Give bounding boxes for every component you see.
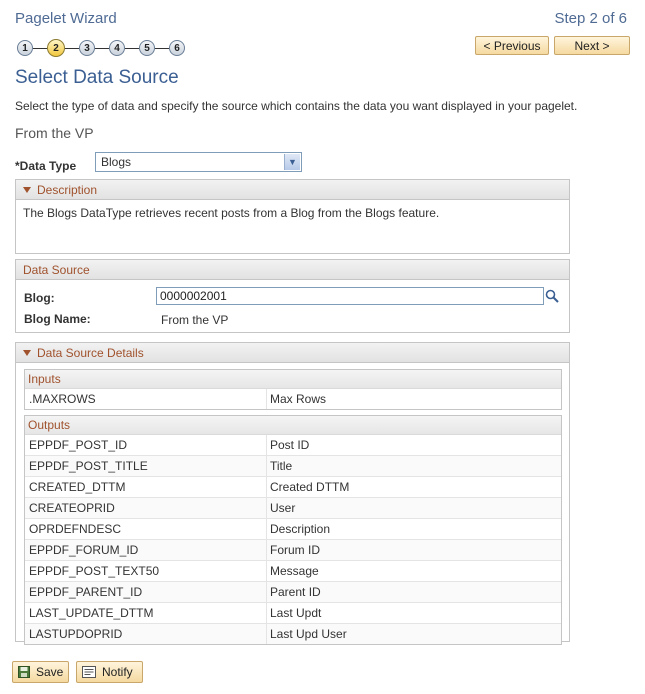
table-row: CREATEOPRID User [25, 498, 561, 519]
step-5[interactable]: 5 [139, 40, 155, 56]
step-connector [33, 47, 47, 49]
blog-name-label: Blog Name: [24, 312, 91, 326]
notify-label: Notify [102, 665, 133, 679]
output-field: EPPDF_POST_TITLE [25, 456, 267, 476]
step-3[interactable]: 3 [79, 40, 95, 56]
triangle-down-icon[interactable] [23, 349, 31, 356]
input-field: .MAXROWS [25, 389, 267, 409]
pagelet-source-name: From the VP [15, 125, 94, 141]
step-1[interactable]: 1 [17, 40, 33, 56]
wizard-steps: 1 2 3 4 5 6 [17, 38, 185, 58]
output-field: EPPDF_FORUM_ID [25, 540, 267, 560]
outputs-header: Outputs [25, 416, 561, 435]
instructions-text: Select the type of data and specify the … [15, 99, 578, 113]
output-field: OPRDEFNDESC [25, 519, 267, 539]
output-field: CREATEOPRID [25, 498, 267, 518]
output-label: User [270, 501, 296, 515]
description-text: The Blogs DataType retrieves recent post… [23, 206, 440, 220]
magnifier-icon[interactable] [545, 289, 559, 303]
step-4[interactable]: 4 [109, 40, 125, 56]
details-header-label: Data Source Details [37, 345, 144, 360]
description-header[interactable]: Description [16, 180, 569, 200]
table-row: LASTUPDOPRID Last Upd User [25, 624, 561, 644]
description-section: Description The Blogs DataType retrieves… [15, 179, 570, 254]
step-2-current[interactable]: 2 [47, 39, 65, 57]
data-type-label: *Data Type [15, 159, 77, 173]
table-row: .MAXROWS Max Rows [25, 389, 561, 409]
notify-button[interactable]: Notify [76, 661, 143, 683]
outputs-grid: Outputs EPPDF_POST_ID Post ID EPPDF_POST_… [24, 415, 562, 645]
previous-button[interactable]: < Previous [475, 36, 549, 55]
step-connector [95, 47, 109, 49]
step-6[interactable]: 6 [169, 40, 185, 56]
page-title: Select Data Source [15, 67, 179, 88]
save-label: Save [36, 665, 64, 679]
step-connector [125, 47, 139, 49]
blog-input[interactable]: 0000002001 [156, 287, 544, 305]
output-label: Created DTTM [270, 480, 350, 494]
step-connector [155, 47, 169, 49]
table-row: EPPDF_POST_ID Post ID [25, 435, 561, 456]
save-icon [18, 666, 30, 678]
output-label: Parent ID [270, 585, 321, 599]
output-field: LASTUPDOPRID [25, 624, 267, 644]
next-button[interactable]: Next > [554, 36, 630, 55]
description-header-label: Description [37, 182, 98, 197]
output-field: EPPDF_PARENT_ID [25, 582, 267, 602]
data-type-value: Blogs [101, 155, 132, 169]
table-row: CREATED_DTTM Created DTTM [25, 477, 561, 498]
data-type-select[interactable]: Blogs ▼ [95, 152, 302, 172]
output-field: CREATED_DTTM [25, 477, 267, 497]
details-header[interactable]: Data Source Details [16, 343, 569, 363]
inputs-grid: Inputs .MAXROWS Max Rows [24, 369, 562, 410]
output-label: Last Updt [270, 606, 322, 620]
output-label: Post ID [270, 438, 310, 452]
table-row: EPPDF_POST_TEXT50 Message [25, 561, 561, 582]
step-connector [65, 47, 79, 49]
wizard-title: Pagelet Wizard [15, 10, 117, 27]
table-row: OPRDEFNDESC Description [25, 519, 561, 540]
chevron-down-icon[interactable]: ▼ [284, 154, 300, 170]
output-field: LAST_UPDATE_DTTM [25, 603, 267, 623]
triangle-down-icon[interactable] [23, 186, 31, 193]
table-row: EPPDF_FORUM_ID Forum ID [25, 540, 561, 561]
output-label: Last Upd User [270, 627, 347, 641]
output-label: Title [270, 459, 293, 473]
output-field: EPPDF_POST_ID [25, 435, 267, 455]
blog-label: Blog: [24, 291, 55, 305]
save-button[interactable]: Save [12, 661, 69, 683]
step-indicator: Step 2 of 6 [554, 10, 627, 27]
output-label: Forum ID [270, 543, 321, 557]
data-source-header: Data Source [16, 260, 569, 280]
table-row: EPPDF_PARENT_ID Parent ID [25, 582, 561, 603]
inputs-header: Inputs [25, 370, 561, 389]
output-field: EPPDF_POST_TEXT50 [25, 561, 267, 581]
table-row: LAST_UPDATE_DTTM Last Updt [25, 603, 561, 624]
notify-icon [82, 666, 96, 678]
input-label: Max Rows [270, 392, 327, 406]
table-row: EPPDF_POST_TITLE Title [25, 456, 561, 477]
output-label: Description [270, 522, 331, 536]
blog-name-value: From the VP [161, 313, 229, 327]
output-label: Message [270, 564, 319, 578]
